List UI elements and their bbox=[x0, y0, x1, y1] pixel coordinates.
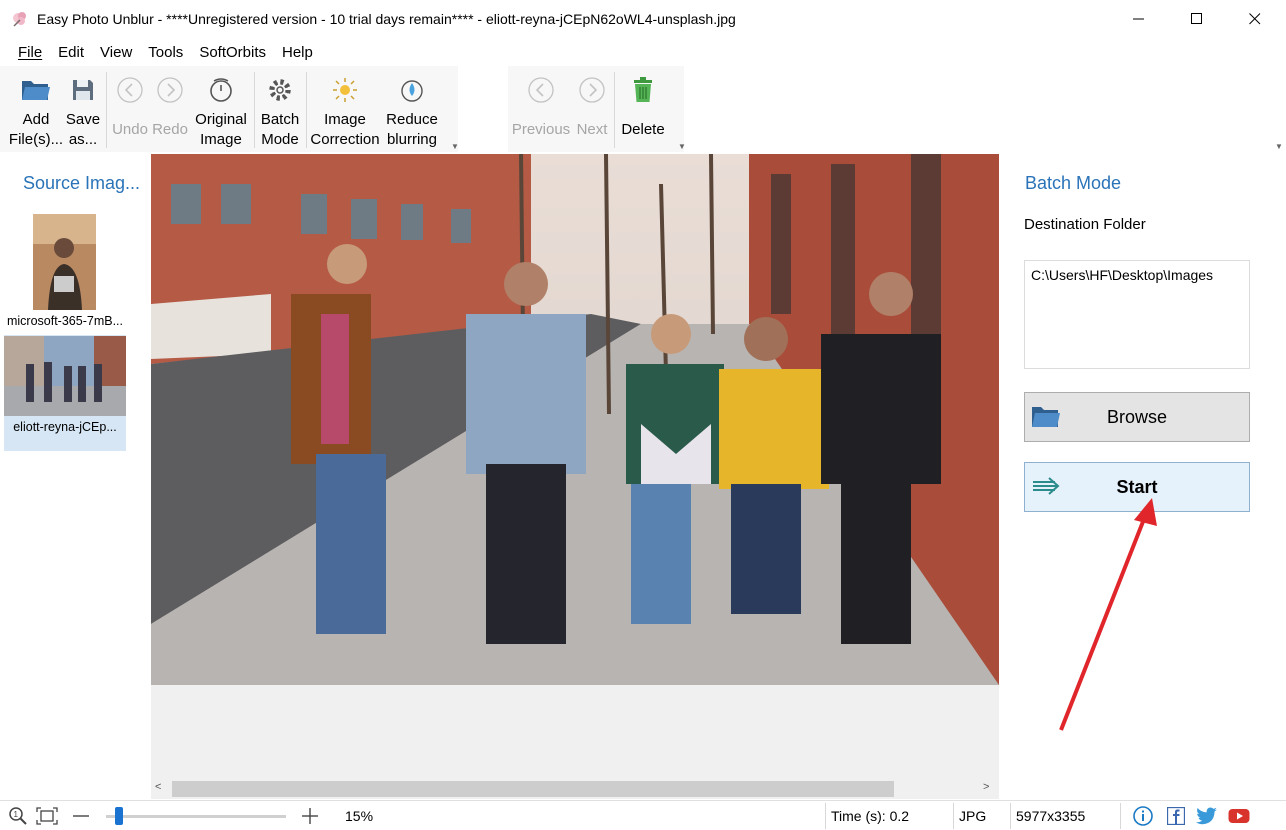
next-button[interactable]: Next bbox=[572, 66, 612, 150]
maximize-icon bbox=[1191, 13, 1202, 24]
toolbar-separator bbox=[614, 72, 615, 148]
toolbar-separator bbox=[254, 72, 255, 148]
batch-mode-title: Batch Mode bbox=[1025, 173, 1122, 193]
original-image-label: Original Image bbox=[195, 111, 247, 148]
thumbnail-image bbox=[33, 214, 96, 310]
photo-image bbox=[151, 154, 999, 685]
redo-arrow-icon bbox=[157, 77, 183, 103]
zoom-slider-thumb[interactable] bbox=[115, 807, 123, 825]
thumbnail-caption: microsoft-365-7mB... bbox=[6, 314, 123, 328]
window-title: Easy Photo Unblur - ****Unregistered ver… bbox=[37, 11, 736, 27]
trash-icon bbox=[634, 77, 652, 102]
maximize-button[interactable] bbox=[1168, 0, 1226, 38]
zoom-fit-icon[interactable]: 1 bbox=[8, 801, 28, 830]
save-as-label: Save as... bbox=[65, 111, 101, 148]
source-images-panel: Source Imag... microsoft-365-7mB... elio… bbox=[0, 154, 150, 800]
close-button[interactable] bbox=[1226, 0, 1284, 38]
delete-button[interactable]: Delete bbox=[616, 66, 670, 150]
zoom-slider[interactable] bbox=[106, 801, 286, 830]
folder-open-icon bbox=[22, 81, 50, 100]
status-divider bbox=[953, 803, 954, 829]
delete-label: Delete bbox=[621, 121, 665, 138]
annotation-arrow bbox=[1059, 498, 1157, 731]
menu-bar: File Edit View Tools SoftOrbits Help bbox=[0, 40, 1286, 64]
menu-edit[interactable]: Edit bbox=[50, 42, 92, 63]
toolbar-separator bbox=[306, 72, 307, 148]
status-divider bbox=[1010, 803, 1011, 829]
thumbnail-image bbox=[4, 336, 126, 416]
status-divider bbox=[1120, 803, 1121, 829]
menu-softorbits[interactable]: SoftOrbits bbox=[191, 42, 274, 63]
previous-button[interactable]: Previous bbox=[510, 66, 572, 150]
destination-folder-field[interactable]: C:\Users\HF\Desktop\Images bbox=[1024, 260, 1250, 369]
status-divider bbox=[825, 803, 826, 829]
image-dimensions: 5977x3355 bbox=[1016, 808, 1086, 824]
facebook-icon[interactable] bbox=[1167, 801, 1185, 830]
stopwatch-icon bbox=[210, 78, 232, 102]
svg-text:1: 1 bbox=[14, 810, 19, 819]
close-icon bbox=[1249, 13, 1261, 25]
status-bar: 1 15% Time (s): 0.2 JPG 5977x3355 bbox=[0, 800, 1286, 830]
previous-arrow-icon bbox=[528, 77, 554, 103]
toolbar-overflow-icon[interactable]: ▼ bbox=[1275, 142, 1283, 151]
zoom-in-icon[interactable] bbox=[301, 801, 319, 830]
menu-help[interactable]: Help bbox=[274, 42, 321, 63]
title-bar: Easy Photo Unblur - ****Unregistered ver… bbox=[0, 0, 1286, 38]
thumbnail-item-selected[interactable]: eliott-reyna-jCEp... bbox=[4, 335, 126, 451]
add-files-button[interactable]: Add File(s)... bbox=[8, 66, 64, 150]
undo-arrow-icon bbox=[117, 77, 143, 103]
sun-icon bbox=[333, 78, 357, 102]
folder-open-icon bbox=[1032, 407, 1060, 427]
save-disk-icon bbox=[73, 80, 93, 100]
next-arrow-icon bbox=[579, 77, 605, 103]
fit-screen-icon[interactable] bbox=[36, 801, 58, 830]
redo-label: Redo bbox=[152, 121, 188, 138]
source-images-title: Source Imag... bbox=[23, 173, 141, 193]
redo-button[interactable]: Redo bbox=[150, 66, 190, 150]
scroll-left-icon[interactable]: < bbox=[155, 781, 161, 793]
batch-mode-label: Batch Mode bbox=[260, 111, 300, 148]
horizontal-scrollbar[interactable]: < > bbox=[151, 779, 999, 799]
image-correction-label: Image Correction bbox=[310, 111, 380, 148]
thumbnail-item[interactable]: microsoft-365-7mB... bbox=[4, 214, 126, 328]
menu-file[interactable]: File bbox=[10, 42, 50, 63]
zoom-out-icon[interactable] bbox=[72, 801, 90, 830]
processing-time: Time (s): 0.2 bbox=[831, 808, 910, 824]
thumbnail-caption: eliott-reyna-jCEp... bbox=[13, 420, 117, 434]
main-photo bbox=[151, 154, 999, 685]
batch-mode-button[interactable]: Batch Mode bbox=[256, 66, 304, 150]
info-icon[interactable] bbox=[1133, 801, 1153, 830]
toolbar-separator bbox=[106, 72, 107, 148]
save-as-button[interactable]: Save as... bbox=[62, 66, 104, 150]
toolbar: Add File(s)... Save as... Undo Redo Orig… bbox=[0, 66, 1286, 154]
next-label: Next bbox=[576, 121, 608, 138]
undo-button[interactable]: Undo bbox=[110, 66, 150, 150]
scroll-right-icon[interactable]: > bbox=[983, 781, 989, 793]
toolbar-overflow-icon[interactable]: ▼ bbox=[451, 142, 459, 151]
zoom-level: 15% bbox=[345, 808, 374, 824]
toolbar-overflow-icon[interactable]: ▼ bbox=[678, 142, 686, 151]
image-canvas[interactable] bbox=[151, 154, 999, 780]
scrollbar-thumb[interactable] bbox=[172, 781, 894, 797]
reduce-blurring-label: Reduce blurring bbox=[386, 111, 438, 148]
minimize-icon bbox=[1133, 18, 1144, 20]
menu-tools[interactable]: Tools bbox=[140, 42, 191, 63]
twitter-icon[interactable] bbox=[1196, 801, 1218, 830]
browse-button[interactable]: Browse bbox=[1024, 392, 1250, 442]
reduce-blurring-button[interactable]: Reduce blurring bbox=[382, 66, 442, 150]
image-correction-button[interactable]: Image Correction bbox=[308, 66, 382, 150]
menu-view[interactable]: View bbox=[92, 42, 140, 63]
minimize-button[interactable] bbox=[1110, 0, 1168, 38]
destination-folder-label: Destination Folder bbox=[1024, 216, 1146, 233]
original-image-button[interactable]: Original Image bbox=[192, 66, 250, 150]
gear-icon bbox=[269, 79, 291, 101]
app-logo-icon bbox=[13, 12, 26, 27]
water-drop-icon bbox=[401, 80, 423, 102]
undo-label: Undo bbox=[112, 121, 148, 138]
image-format: JPG bbox=[959, 808, 987, 824]
previous-label: Previous bbox=[511, 121, 571, 138]
add-files-label: Add File(s)... bbox=[8, 111, 64, 148]
youtube-icon[interactable] bbox=[1228, 801, 1250, 830]
